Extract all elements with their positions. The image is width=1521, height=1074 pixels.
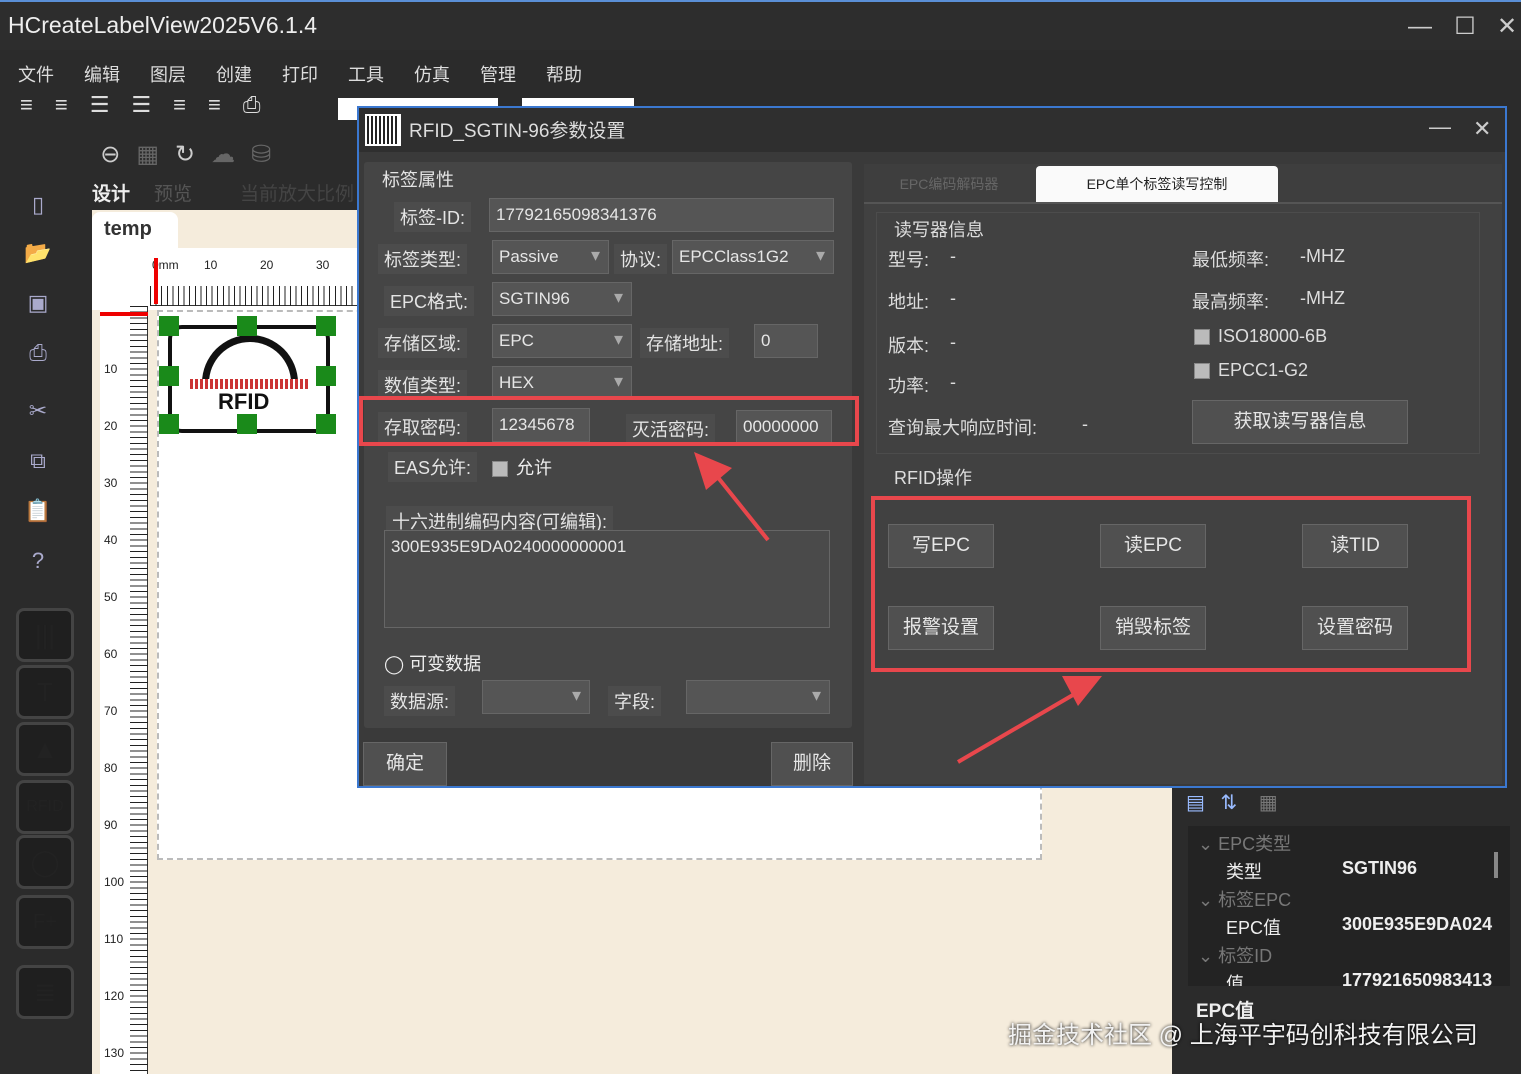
arrow-head [694,452,732,490]
arrow-to-password [710,468,770,542]
arrow-head [1062,676,1102,706]
arrow-to-ops [956,690,1080,764]
watermark-text: 掘金技术社区 @ 上海平宇码创科技有限公司 [1008,1022,1478,1049]
annotation-arrows [694,452,1102,764]
